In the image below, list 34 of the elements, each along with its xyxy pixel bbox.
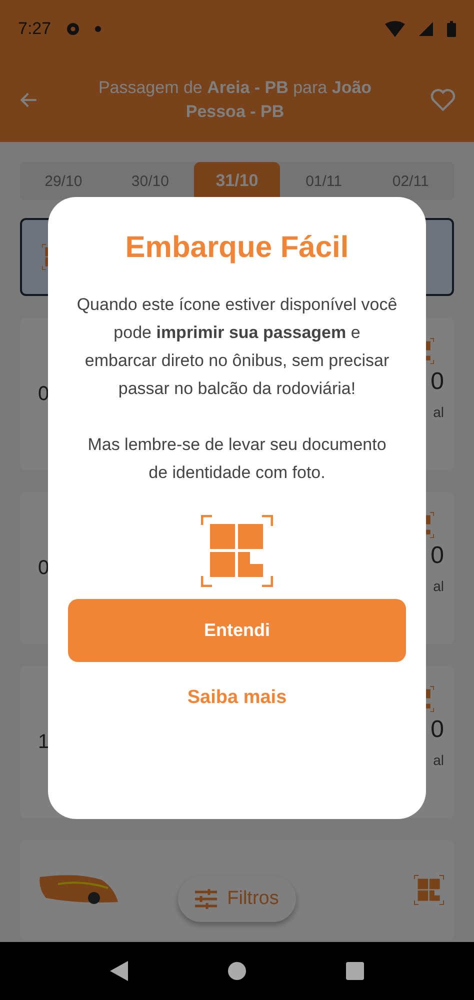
date-tab[interactable]: 31/10 — [194, 162, 280, 200]
date-tab[interactable]: 02/11 — [367, 162, 454, 200]
price-note: al — [433, 752, 444, 768]
status-time: 7:27 — [18, 19, 52, 39]
sliders-icon — [195, 889, 218, 909]
price: 0 — [430, 716, 444, 744]
back-nav-icon[interactable] — [110, 961, 128, 981]
dialog-text: Mas lembre-se de levar seu documento de identidade com foto. — [86, 434, 388, 484]
departure-time: 0 — [38, 382, 50, 406]
battery-icon — [447, 21, 456, 37]
dialog-title: Embarque Fácil — [125, 231, 349, 265]
dialog-text: Quando este ícone estiver disponível você pode imprimir sua passagem e embarcar direto no ônibus, sem precisar passar no balcão da rodoviária! — [76, 294, 398, 400]
date-tab[interactable]: 01/11 — [280, 162, 368, 200]
home-nav-icon[interactable] — [228, 962, 246, 980]
date-tab[interactable]: 29/10 — [20, 162, 107, 200]
route-title: Passagem de Areia - PB para João Pessoa - PB — [97, 77, 373, 123]
wifi-icon — [385, 21, 405, 37]
price-note: al — [433, 578, 444, 594]
settings-icon — [65, 21, 82, 37]
recents-nav-icon[interactable] — [346, 962, 364, 980]
dot-icon — [95, 26, 102, 32]
qr-code-icon — [414, 875, 444, 905]
departure-time: 1 — [38, 730, 50, 754]
price-note: al — [433, 404, 444, 420]
price: 0 — [430, 542, 444, 570]
learn-more-link[interactable]: Saiba mais — [181, 686, 293, 710]
heart-icon[interactable] — [430, 88, 456, 112]
price: 0 — [430, 368, 444, 396]
departure-time: 0 — [38, 556, 50, 580]
qr-code-icon — [201, 515, 273, 587]
signal-icon — [419, 22, 433, 36]
understood-button[interactable]: Entendi — [68, 599, 406, 662]
date-tab[interactable]: 30/10 — [106, 162, 194, 200]
filter-button[interactable]: Filtros — [178, 876, 296, 922]
